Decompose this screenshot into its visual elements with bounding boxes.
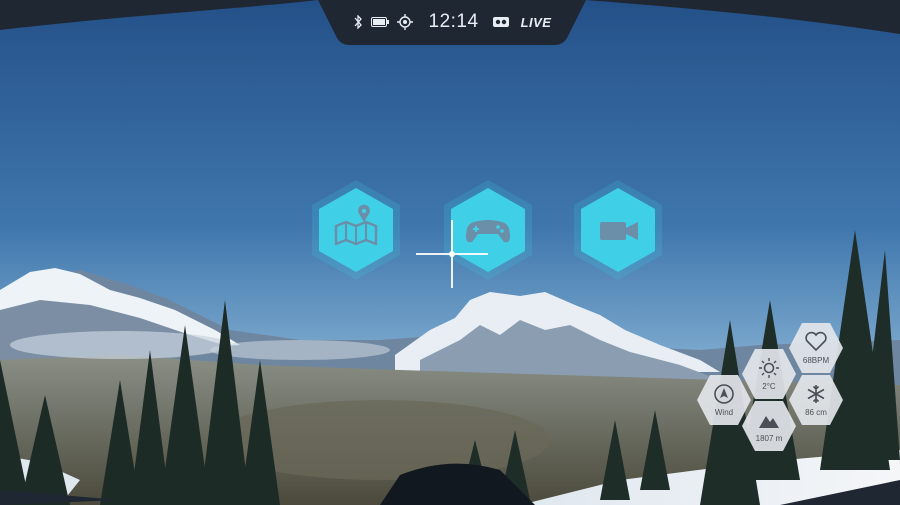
map-icon bbox=[334, 204, 378, 246]
heart-icon bbox=[805, 331, 827, 352]
live-indicator: LIVE bbox=[520, 14, 552, 30]
altitude-tile: 1807 m bbox=[741, 398, 797, 454]
vr-headset-icon bbox=[492, 17, 509, 27]
mountain-icon bbox=[759, 416, 779, 428]
video-camera-icon bbox=[600, 222, 638, 240]
battery-icon bbox=[370, 17, 389, 27]
ar-goggle-view: 12:14 LIVE 68BPM 2°C Wind 86 cm 1807 m bbox=[0, 0, 900, 505]
compass-icon bbox=[714, 384, 734, 404]
gps-icon bbox=[396, 14, 413, 30]
map-button[interactable] bbox=[308, 178, 404, 282]
snowflake-icon bbox=[807, 385, 825, 403]
clock-time: 12:14 bbox=[428, 11, 479, 32]
status-bar: 12:14 LIVE bbox=[318, 0, 586, 46]
bluetooth-icon bbox=[353, 15, 363, 29]
altitude-value: 1807 m bbox=[755, 434, 783, 443]
crosshair-cursor bbox=[416, 220, 488, 288]
video-button[interactable] bbox=[570, 178, 666, 282]
sun-icon bbox=[759, 358, 779, 378]
